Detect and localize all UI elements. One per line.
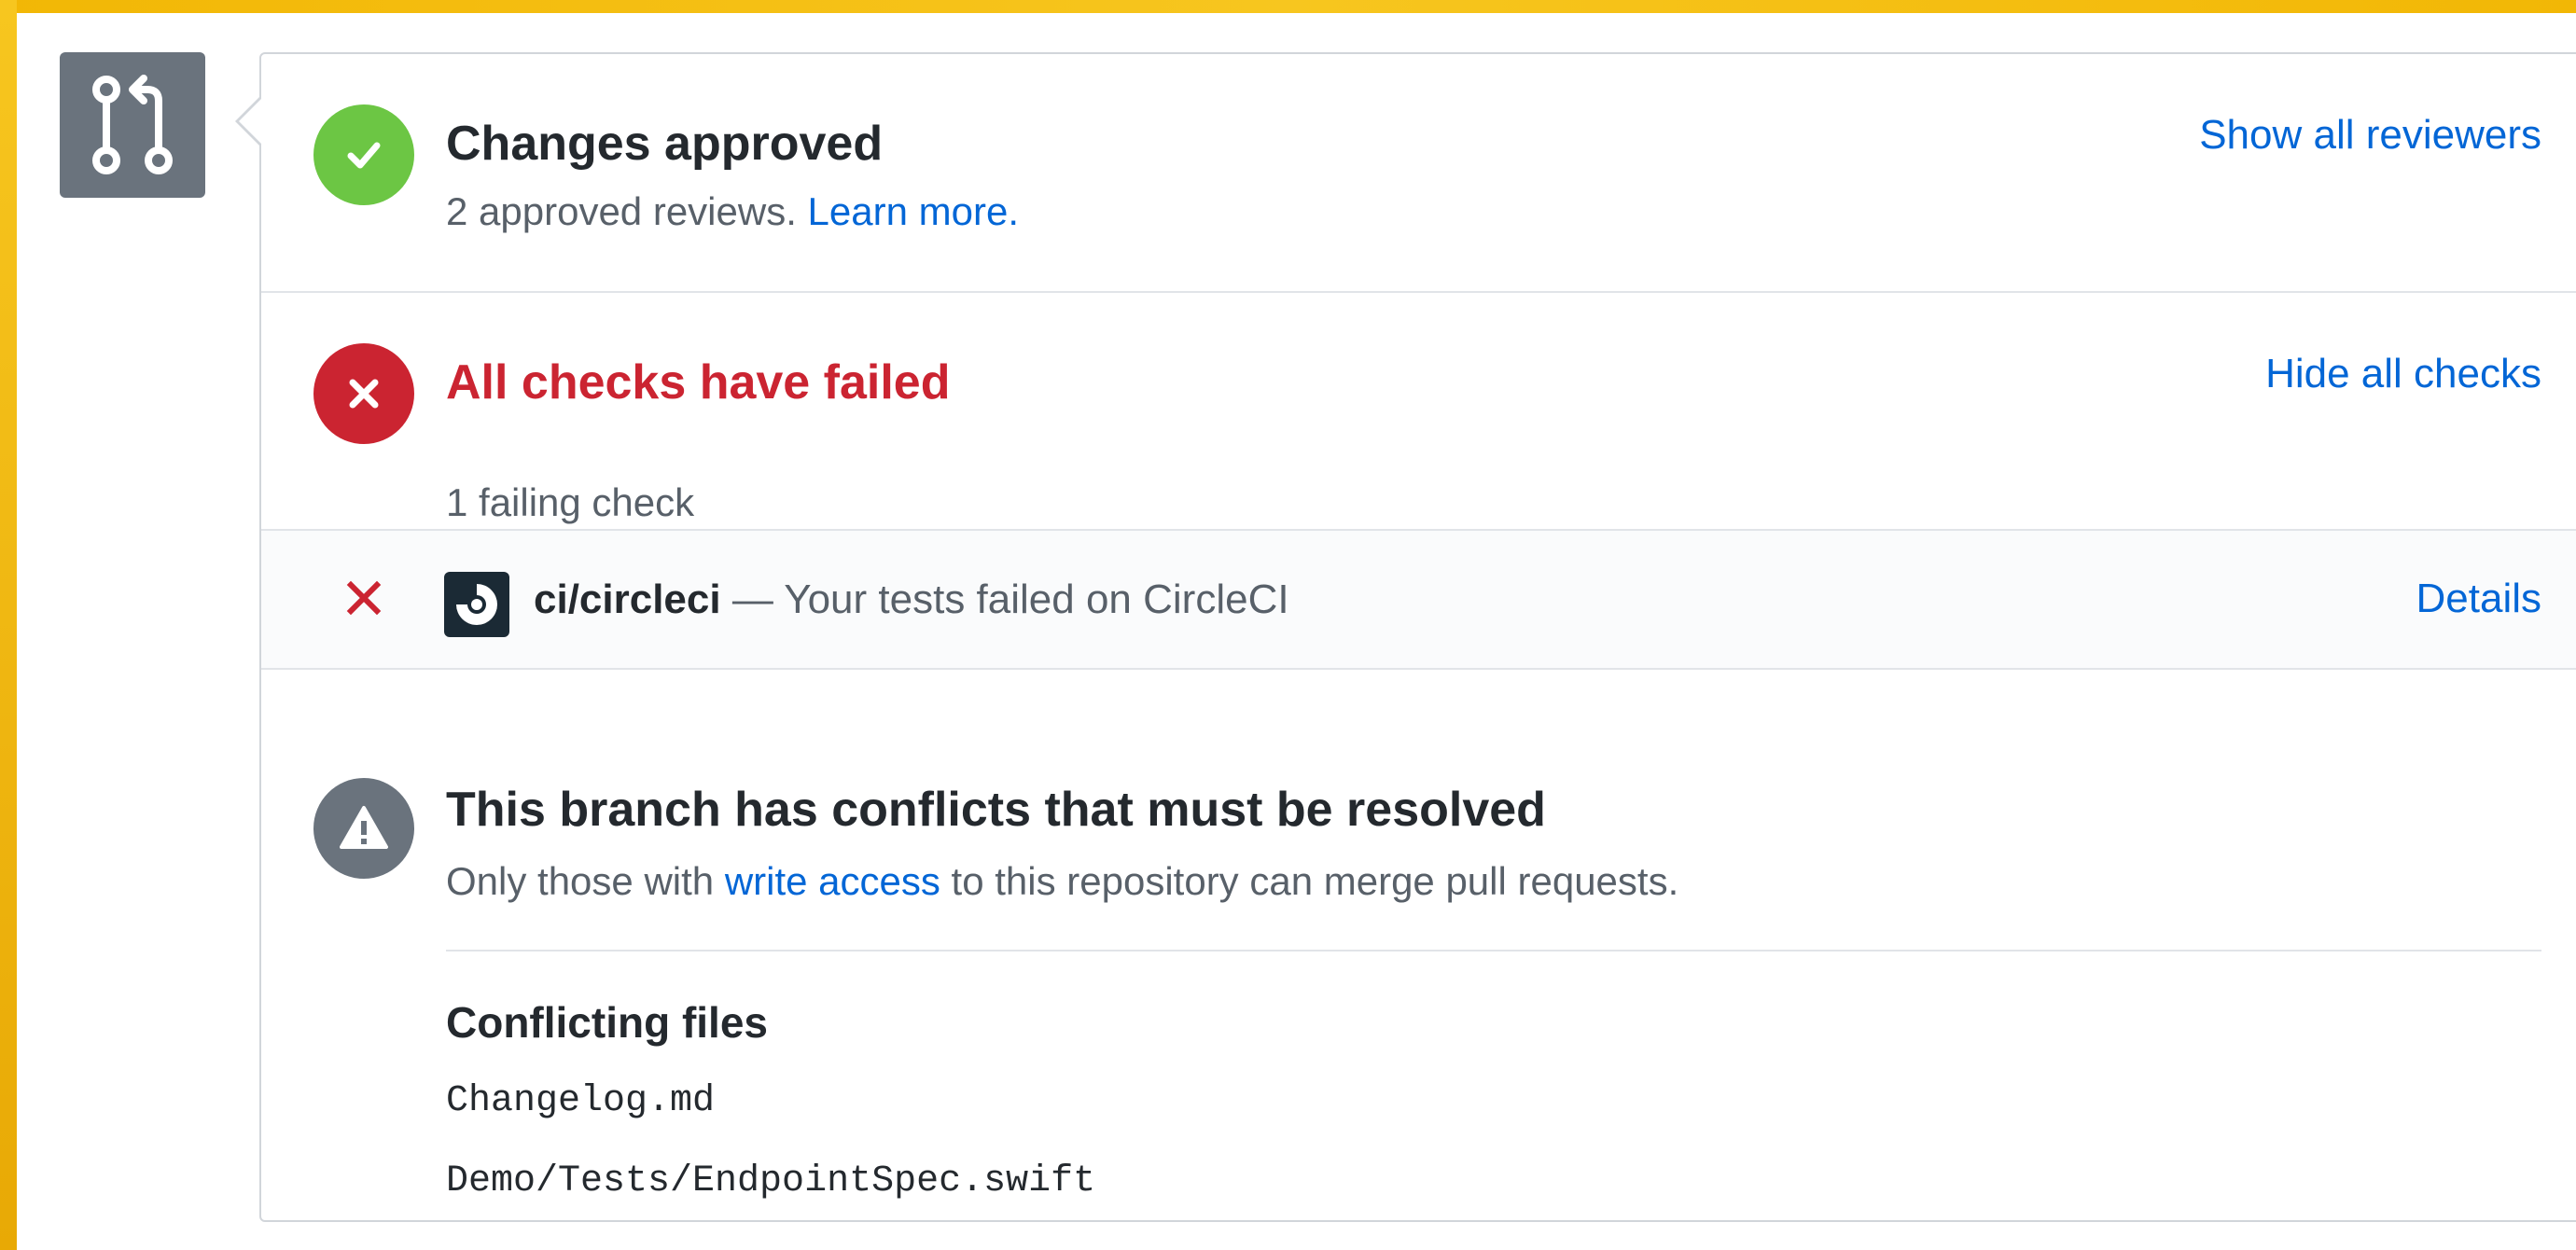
conflicts-title: This branch has conflicts that must be r… <box>446 783 1546 837</box>
check-row: ci/circleci — Your tests failed on Circl… <box>261 531 2576 670</box>
x-icon <box>349 379 379 409</box>
checks-status-section: All checks have failed 1 failing check H… <box>261 293 2576 531</box>
learn-more-link[interactable]: Learn more. <box>808 189 1019 233</box>
approved-reviews-count: 2 approved reviews. <box>446 189 797 233</box>
review-status-subtitle: 2 approved reviews. Learn more. <box>446 188 1019 235</box>
details-link[interactable]: Details <box>2416 576 2542 622</box>
checks-status-title: All checks have failed <box>446 355 951 410</box>
merge-status-box: Changes approved 2 approved reviews. Lea… <box>259 52 2576 1222</box>
check-message: — Your tests failed on CircleCI <box>731 576 1289 622</box>
approved-status-circle <box>313 104 414 205</box>
git-pull-request-icon <box>92 75 173 174</box>
window-frame-top <box>0 0 2576 13</box>
check-name: ci/circleci <box>534 576 721 622</box>
alert-status-circle <box>313 778 414 879</box>
write-access-link[interactable]: write access <box>725 859 940 903</box>
alert-icon <box>340 806 388 849</box>
pull-request-badge <box>60 52 205 198</box>
review-status-title: Changes approved <box>446 117 884 171</box>
merge-box-caret-fill <box>239 99 261 144</box>
x-icon <box>346 580 382 616</box>
checks-status-subtitle: 1 failing check <box>446 480 695 524</box>
show-all-reviewers-link[interactable]: Show all reviewers <box>2199 112 2541 159</box>
check-failed-status <box>340 570 388 626</box>
conflicting-files-heading: Conflicting files <box>446 998 768 1047</box>
circleci-logo-icon <box>444 572 509 637</box>
conflicts-subtitle: Only those with write access to this rep… <box>446 858 1678 905</box>
divider <box>446 950 2541 951</box>
conflicting-file: Changelog.md <box>446 1080 716 1122</box>
check-icon <box>347 142 381 169</box>
review-status-section: Changes approved 2 approved reviews. Lea… <box>261 54 2576 293</box>
hide-all-checks-link[interactable]: Hide all checks <box>2265 351 2541 397</box>
check-description: ci/circleci — Your tests failed on Circl… <box>534 576 1289 624</box>
conflicting-file: Demo/Tests/EndpointSpec.swift <box>446 1160 1096 1202</box>
window-frame-left <box>0 0 17 1250</box>
failed-status-circle <box>313 343 414 444</box>
subtitle-text-before: Only those with <box>446 859 715 903</box>
conflicts-section: This branch has conflicts that must be r… <box>261 670 2576 1220</box>
subtitle-text-after: to this repository can merge pull reques… <box>951 859 1679 903</box>
